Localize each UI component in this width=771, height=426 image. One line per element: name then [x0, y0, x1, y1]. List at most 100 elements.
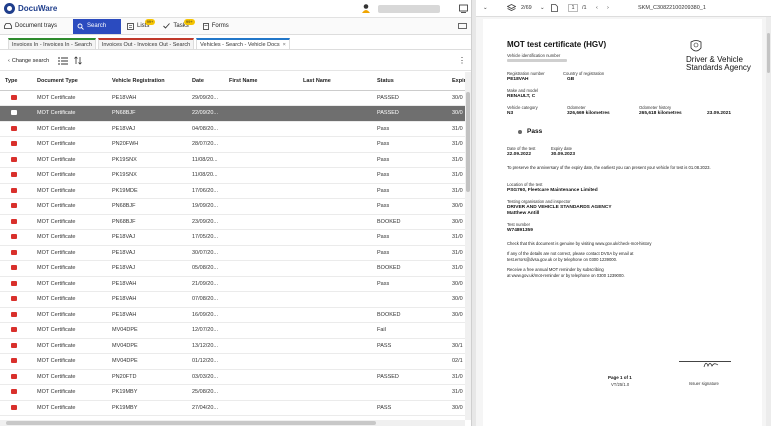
cell-vehicle-registration: PE18VAJ	[107, 245, 187, 261]
previous-page-icon[interactable]: ‹	[596, 5, 598, 11]
table-row[interactable]: MOT Certificate PE18VAJ 30/07/20... Pass 31/…	[0, 245, 465, 261]
brand-name: DocuWare	[18, 4, 58, 13]
results-table: Type Document Type Vehicle Registration …	[0, 72, 465, 416]
cell-document-type: MOT Certificate	[32, 90, 107, 106]
table-row[interactable]: MOT Certificate MV04DPE 13/12/20... PASS 30/…	[0, 338, 465, 354]
stack-icon[interactable]	[507, 4, 516, 12]
table-row[interactable]: MOT Certificate PK19MDE 17/06/20... Pass 31/…	[0, 183, 465, 199]
cell-expiry-date: 31/0	[447, 167, 465, 184]
tab-invoices-out[interactable]: Invoices Out - Invoices Out - Search	[97, 38, 195, 49]
column-header-first-name[interactable]: First Name	[224, 72, 298, 91]
odometer-value: 326,669 kilometres	[567, 111, 610, 116]
cell-date: 21/09/20...	[187, 276, 224, 292]
tab-label: Vehicles - Search - Vehicle Docs	[200, 42, 280, 48]
user-name-redacted[interactable]	[378, 5, 440, 13]
forms-button[interactable]: Forms	[199, 19, 233, 34]
chevron-down-icon[interactable]: ⌄	[483, 5, 488, 11]
column-header-document-type[interactable]: Document Type	[32, 72, 107, 91]
document-viewer[interactable]: MOT test certificate (HGV) Driver & Vehi…	[476, 17, 771, 426]
column-header-vehicle-registration[interactable]: Vehicle Registration	[107, 72, 187, 91]
list-view-icon[interactable]	[58, 57, 69, 65]
cell-first-name	[224, 136, 298, 153]
cell-date: 25/08/20...	[187, 384, 224, 401]
table-row[interactable]: MOT Certificate MV04DPE 12/07/20... Fail	[0, 322, 465, 339]
cell-last-name	[298, 245, 372, 261]
tab-vehicles[interactable]: Vehicles - Search - Vehicle Docs ×	[196, 38, 290, 49]
cell-type	[0, 369, 32, 385]
table-row[interactable]: MOT Certificate PN68BJF 19/09/20... Pass 30/…	[0, 198, 465, 215]
table-row[interactable]: MOT Certificate MV04DPE 01/12/20... 02/1	[0, 353, 465, 370]
more-options-icon[interactable]: ⋮	[458, 56, 466, 65]
table-row[interactable]: MOT Certificate PE18VAH 21/09/20... Pass 30/…	[0, 276, 465, 292]
lists-button[interactable]: Lists 99+	[123, 18, 156, 34]
viewer-toolbar: ⌄ 2/69 ⌄ 1 /1 ‹ › SKM_C30822100209380_1	[476, 0, 771, 17]
cell-vehicle-registration: PK19MBY	[107, 384, 187, 401]
change-search-button[interactable]: ‹ Change search	[8, 58, 49, 64]
tab-invoices-in[interactable]: Invoices In - Invoices In - Search	[8, 38, 96, 49]
odometer-history-date: 23.09.2021	[707, 111, 732, 116]
search-button[interactable]: Search	[73, 18, 122, 34]
table-row[interactable]: MOT Certificate PE18VAH 07/08/20... 30/0	[0, 291, 465, 308]
document-filename: SKM_C30822100209380_1	[638, 5, 706, 11]
close-icon[interactable]: ×	[283, 42, 286, 48]
next-page-icon[interactable]: ›	[607, 5, 609, 11]
table-row[interactable]: MOT Certificate PK19SNX 11/08/20... Pass 31/…	[0, 167, 465, 184]
viewer-vertical-scrollbar[interactable]	[766, 17, 771, 426]
cell-first-name	[224, 276, 298, 292]
column-header-expiry-date[interactable]: Expiry d	[447, 72, 465, 91]
table-row[interactable]: MOT Certificate PE18VAJ 17/05/20... Pass 31/…	[0, 229, 465, 246]
scrollbar-thumb[interactable]	[6, 421, 376, 425]
cell-first-name	[224, 167, 298, 184]
scrollbar-thumb[interactable]	[767, 33, 770, 73]
cell-type	[0, 400, 32, 416]
column-header-last-name[interactable]: Last Name	[298, 72, 372, 91]
cell-expiry-date: 30/0	[447, 90, 465, 106]
document-position: 2/69	[521, 5, 532, 11]
scrollbar-thumb[interactable]	[466, 92, 470, 192]
keyboard-icon[interactable]	[458, 22, 467, 30]
test-result: Pass	[527, 128, 543, 135]
cell-status: Pass	[372, 183, 447, 199]
royal-crest-icon	[690, 40, 702, 52]
table-row[interactable]: MOT Certificate PE18VAJ 05/08/20... BOOKED 3…	[0, 260, 465, 277]
chevron-left-icon: ‹	[8, 57, 10, 64]
cell-expiry-date: 31/0	[447, 384, 465, 401]
page-total: /1	[582, 5, 587, 11]
table-row[interactable]: MOT Certificate PN68BJF 22/09/20... PASSED 3…	[0, 105, 465, 122]
table-row[interactable]: MOT Certificate PK19MBY 27/04/20... PASS 30/…	[0, 400, 465, 416]
page-icon[interactable]	[551, 4, 558, 12]
check-genuine-text: Check that this document is genuine by v…	[507, 241, 652, 246]
chevron-down-icon[interactable]: ⌄	[540, 5, 545, 11]
table-row[interactable]: MOT Certificate PE18VAH 16/09/20... BOOKED 3…	[0, 307, 465, 323]
table-row[interactable]: MOT Certificate PK19SNX 11/08/20... Pass 31/…	[0, 152, 465, 168]
sort-icon[interactable]	[74, 56, 82, 65]
cell-first-name	[224, 369, 298, 385]
cell-expiry-date: 31/0	[447, 229, 465, 246]
cell-date: 17/05/20...	[187, 229, 224, 246]
user-avatar-icon[interactable]	[361, 3, 371, 13]
column-header-date[interactable]: Date	[187, 72, 224, 91]
document-trays-button[interactable]: Document trays	[0, 19, 61, 34]
cell-last-name	[298, 198, 372, 215]
table-row[interactable]: MOT Certificate PE18VAJ 04/08/20... Pass 31/…	[0, 121, 465, 137]
document-trays-label: Document trays	[15, 23, 58, 29]
table-row[interactable]: MOT Certificate PN68BJF 23/09/20... BOOKED 3…	[0, 214, 465, 230]
pdf-file-icon	[11, 280, 17, 286]
app-menu-icon[interactable]	[459, 4, 468, 13]
expiry-date-label: Expiry date	[551, 146, 572, 151]
cell-type	[0, 322, 32, 339]
table-row[interactable]: MOT Certificate PE18VAH 29/09/20... PASSED 3…	[0, 90, 465, 106]
page-number-input[interactable]: 1	[568, 4, 578, 12]
table-horizontal-scrollbar[interactable]	[0, 420, 465, 426]
table-row[interactable]: MOT Certificate PN20FTD 03/03/20... PASSED 3…	[0, 369, 465, 385]
odometer-label: Odometer	[567, 105, 586, 110]
table-row[interactable]: MOT Certificate PN20FWH 28/07/20... Pass 31/…	[0, 136, 465, 153]
cell-first-name	[224, 260, 298, 277]
tasks-button[interactable]: Tasks 99+	[159, 18, 195, 34]
column-header-type[interactable]: Type	[0, 72, 32, 91]
table-row[interactable]: MOT Certificate PK19MBY 25/08/20... 31/0	[0, 384, 465, 401]
cell-document-type: MOT Certificate	[32, 291, 107, 308]
column-header-status[interactable]: Status	[372, 72, 447, 91]
cell-last-name	[298, 384, 372, 401]
docuware-logo[interactable]: DocuWare	[4, 3, 57, 14]
